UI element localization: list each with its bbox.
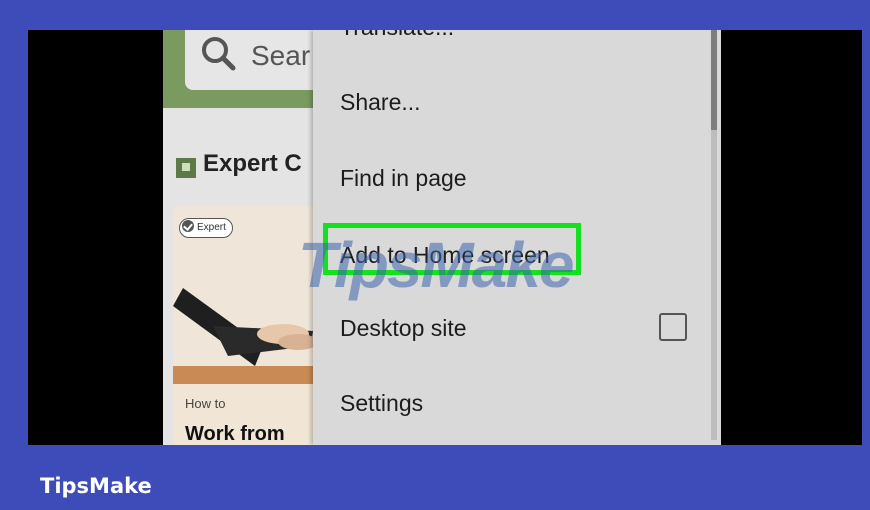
menu-item-add-to-home-screen[interactable]: Add to Home screen xyxy=(340,242,550,269)
expert-badge: Expert xyxy=(179,218,233,238)
phone-screen: Sear Expert C Expert How to Work from T xyxy=(163,30,721,445)
menu-item-settings[interactable]: Settings xyxy=(340,390,423,417)
menu-item-desktop-site[interactable]: Desktop site xyxy=(340,315,467,342)
check-icon xyxy=(182,220,194,233)
desktop-site-checkbox[interactable] xyxy=(659,313,687,341)
badge-label: Expert xyxy=(197,222,226,233)
menu-item-translate[interactable]: Translate... xyxy=(340,30,454,41)
menu-item-find-in-page[interactable]: Find in page xyxy=(340,165,467,192)
screen-frame: Sear Expert C Expert How to Work from T xyxy=(28,30,862,445)
search-icon[interactable] xyxy=(199,34,239,74)
card-meta: How to xyxy=(185,396,226,411)
section-title: Expert C xyxy=(203,150,302,177)
search-placeholder: Sear xyxy=(251,40,311,71)
menu-item-share[interactable]: Share... xyxy=(340,89,421,116)
brand-label: TipsMake xyxy=(40,474,152,498)
overflow-menu: Translate... Share... Find in page Add t… xyxy=(313,30,721,445)
scrollbar-thumb[interactable] xyxy=(711,30,717,130)
bookmark-icon xyxy=(176,158,196,178)
card-title[interactable]: Work from xyxy=(185,423,285,445)
